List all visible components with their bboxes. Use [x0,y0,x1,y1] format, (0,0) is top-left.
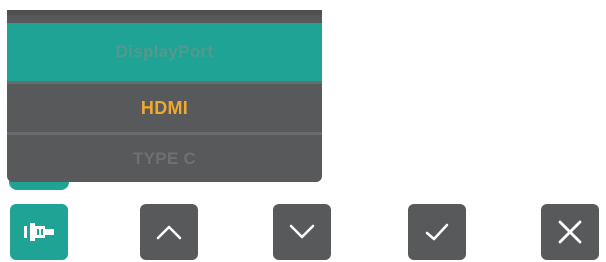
menu-item-displayport[interactable]: DisplayPort [7,23,322,81]
menu-item-label: TYPE C [132,149,197,168]
input-source-menu: DisplayPort HDMI TYPE C [7,10,322,182]
exit-button[interactable] [541,204,599,260]
chevron-up-icon [156,225,182,240]
checkmark-icon [425,223,449,241]
menu-item-label: DisplayPort [115,42,214,61]
close-icon [558,220,582,244]
menu-divider [7,132,322,135]
menu-item-type-c[interactable]: TYPE C [7,136,322,182]
down-button[interactable] [273,204,331,260]
menu-top-edge [7,10,322,15]
input-source-icon [24,223,54,241]
confirm-button[interactable] [408,204,466,260]
menu-item-label: HDMI [140,97,189,118]
input-source-button[interactable] [10,204,68,260]
up-button[interactable] [140,204,198,260]
menu-item-hdmi[interactable]: HDMI [7,84,322,132]
chevron-down-icon [289,224,315,239]
